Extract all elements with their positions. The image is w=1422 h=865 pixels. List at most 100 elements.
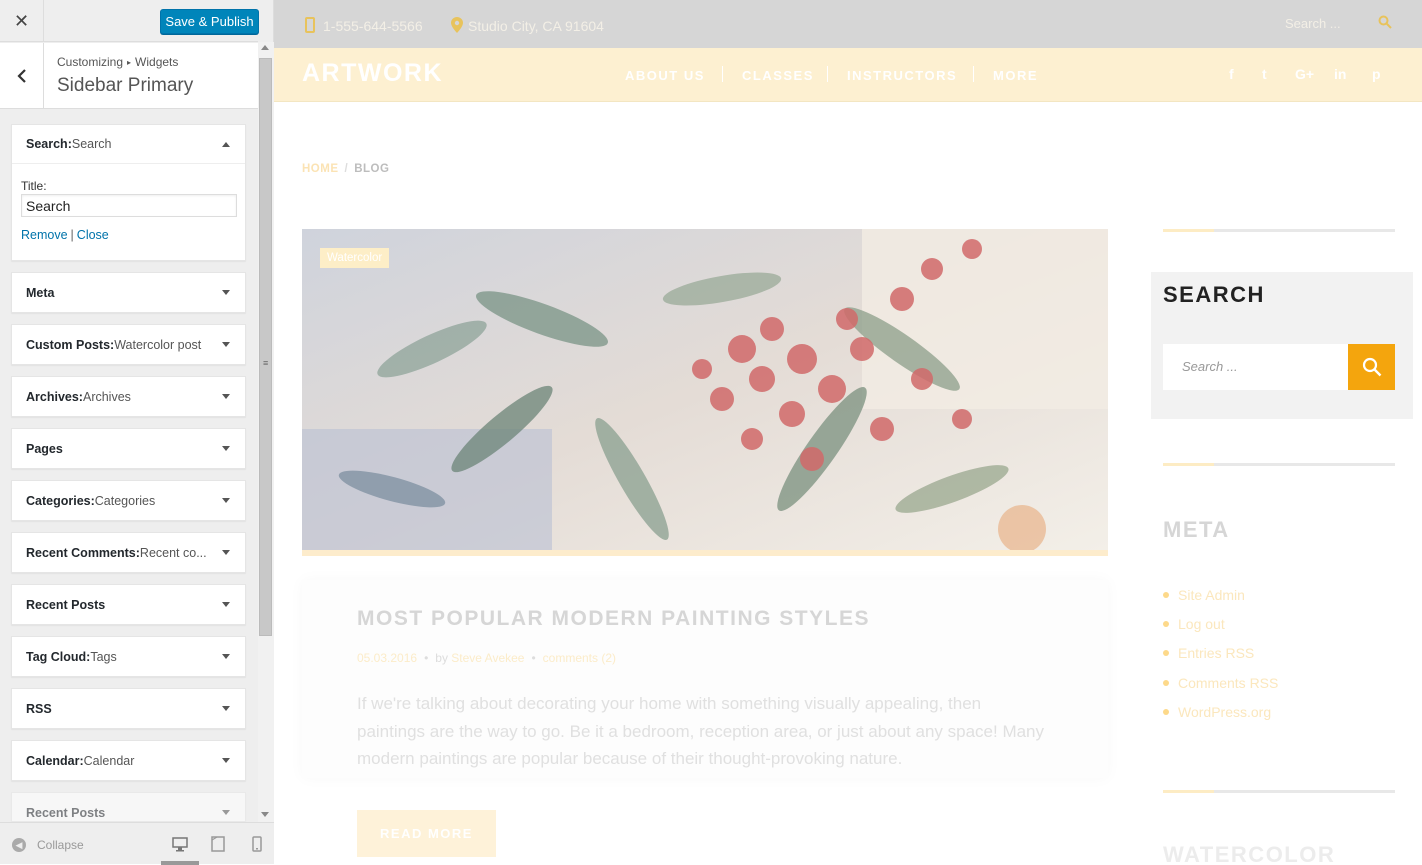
widget-pages[interactable]: Pages: [11, 428, 246, 469]
breadcrumb-home[interactable]: HOME: [302, 163, 339, 175]
search-icon[interactable]: [1378, 15, 1392, 29]
collapse-button[interactable]: Collapse: [37, 838, 84, 852]
nav-classes[interactable]: CLASSES: [742, 68, 814, 83]
widget-header[interactable]: Recent Posts: [12, 585, 245, 624]
nav-divider: [722, 66, 723, 82]
scrollbar-thumb[interactable]: ≡: [259, 58, 272, 636]
topbar-search-input[interactable]: Search ...: [1285, 16, 1341, 31]
close-link[interactable]: Close: [77, 228, 109, 242]
expand-arrow-icon[interactable]: [222, 394, 230, 399]
site-logo[interactable]: ARTWORK: [302, 59, 443, 88]
meta-link[interactable]: Comments RSS: [1178, 675, 1278, 691]
tablet-preview-icon[interactable]: [210, 836, 226, 852]
widget-header[interactable]: Pages: [12, 429, 245, 468]
scroll-up-icon[interactable]: [261, 45, 269, 50]
widget-header[interactable]: RSS: [12, 689, 245, 728]
post-date[interactable]: 05.03.2016: [357, 651, 417, 665]
widget-sublabel: Recent co...: [139, 545, 207, 560]
twitter-icon[interactable]: t: [1262, 66, 1267, 82]
expand-arrow-icon[interactable]: [222, 342, 230, 347]
widget-label: Categories:: [26, 493, 95, 508]
post-author[interactable]: Steve Avekee: [451, 651, 524, 665]
expand-arrow-icon[interactable]: [222, 498, 230, 503]
list-item[interactable]: Log out: [1163, 609, 1278, 638]
widget-header[interactable]: Categories: Categories: [12, 481, 245, 520]
widget-header[interactable]: Tag Cloud: Tags: [12, 637, 245, 676]
widget-meta[interactable]: Meta: [11, 272, 246, 313]
meta-link[interactable]: Site Admin: [1178, 587, 1245, 603]
list-item[interactable]: Entries RSS: [1163, 639, 1278, 668]
close-icon[interactable]: ✕: [0, 0, 44, 42]
expand-arrow-icon[interactable]: [222, 706, 230, 711]
post-title[interactable]: MOST POPULAR MODERN PAINTING STYLES: [357, 607, 870, 631]
sidebar-search-input[interactable]: Search ...: [1163, 344, 1348, 390]
image-accent-bar: [302, 550, 1108, 556]
widget-label: Recent Posts: [26, 597, 106, 612]
list-item[interactable]: Comments RSS: [1163, 668, 1278, 697]
expand-arrow-icon[interactable]: [222, 550, 230, 555]
post-excerpt: If we're talking about decorating your h…: [357, 694, 1045, 768]
scroll-down-icon[interactable]: [261, 812, 269, 817]
post-comments[interactable]: comments (2): [543, 651, 616, 665]
sidebar-search-widget: SEARCH Search ...: [1151, 272, 1413, 419]
desktop-preview-icon[interactable]: [172, 836, 188, 852]
breadcrumb-customizing: Customizing: [57, 55, 124, 69]
expand-arrow-icon[interactable]: [222, 602, 230, 607]
collapse-icon[interactable]: ◀: [12, 838, 26, 852]
list-item[interactable]: WordPress.org: [1163, 697, 1278, 726]
widget-categories[interactable]: Categories: Categories: [11, 480, 246, 521]
linkedin-icon[interactable]: in: [1334, 66, 1346, 82]
mobile-preview-icon[interactable]: [249, 836, 265, 852]
nav-more[interactable]: MORE: [993, 68, 1038, 83]
meta-link[interactable]: Entries RSS: [1178, 645, 1254, 661]
meta-dot: •: [424, 651, 429, 665]
title-label: Title:: [21, 179, 47, 193]
customizer-panel: ✕ Save & Publish Customizing ▸ Widgets Sid…: [0, 0, 274, 865]
nav-about-us[interactable]: ABOUT US: [625, 68, 705, 83]
phone-number[interactable]: 1-555-644-5566: [323, 18, 423, 34]
google-plus-icon[interactable]: G+: [1295, 66, 1314, 82]
sidebar-search-button[interactable]: [1348, 344, 1395, 390]
widget-header[interactable]: Meta: [12, 273, 245, 312]
title-input[interactable]: [21, 194, 237, 217]
widget-header[interactable]: Recent Comments: Recent co...: [12, 533, 245, 572]
widget-sublabel: Categories: [94, 493, 156, 508]
save-publish-button[interactable]: Save & Publish: [160, 9, 259, 34]
widget-search-header[interactable]: Search: Search: [12, 125, 245, 164]
read-more-button[interactable]: READ MORE: [357, 810, 496, 857]
widget-header[interactable]: Recent Posts: [12, 793, 245, 821]
widget-rss[interactable]: RSS: [11, 688, 246, 729]
widget-custom-posts[interactable]: Custom Posts: Watercolor post: [11, 324, 246, 365]
facebook-icon[interactable]: f: [1229, 66, 1234, 82]
post-featured-image[interactable]: [302, 229, 1108, 550]
post-category-tag[interactable]: Watercolor: [320, 248, 390, 268]
scrollbar[interactable]: ≡: [258, 42, 274, 822]
expand-arrow-icon[interactable]: [222, 654, 230, 659]
expand-arrow-icon[interactable]: [222, 758, 230, 763]
widget-tag-cloud[interactable]: Tag Cloud: Tags: [11, 636, 246, 677]
widget-header[interactable]: Archives: Archives: [12, 377, 245, 416]
expand-arrow-icon[interactable]: [222, 290, 230, 295]
expand-arrow-icon[interactable]: [222, 810, 230, 815]
bullet-icon: [1163, 650, 1169, 657]
widget-archives[interactable]: Archives: Archives: [11, 376, 246, 417]
widget-recent-posts[interactable]: Recent Posts: [11, 584, 246, 625]
meta-link[interactable]: WordPress.org: [1178, 704, 1271, 720]
collapse-arrow-icon[interactable]: [222, 142, 230, 147]
meta-link[interactable]: Log out: [1178, 616, 1225, 632]
nav-instructors[interactable]: INSTRUCTORS: [847, 68, 957, 83]
breadcrumb: Customizing ▸ Widgets: [57, 55, 178, 69]
widget-header[interactable]: Calendar: Calendar: [12, 741, 245, 780]
widget-label: Tag Cloud:: [26, 649, 91, 664]
divider-accent: [1163, 229, 1214, 232]
widget-sublabel: Calendar: [83, 753, 135, 768]
pinterest-icon[interactable]: p: [1372, 66, 1381, 82]
expand-arrow-icon[interactable]: [222, 446, 230, 451]
widget-recent-posts-2[interactable]: Recent Posts: [11, 792, 246, 822]
remove-link[interactable]: Remove: [21, 228, 68, 242]
widget-header[interactable]: Custom Posts: Watercolor post: [12, 325, 245, 364]
back-button[interactable]: [0, 43, 44, 108]
widget-recent-comments[interactable]: Recent Comments: Recent co...: [11, 532, 246, 573]
widget-calendar[interactable]: Calendar: Calendar: [11, 740, 246, 781]
list-item[interactable]: Site Admin: [1163, 580, 1278, 609]
